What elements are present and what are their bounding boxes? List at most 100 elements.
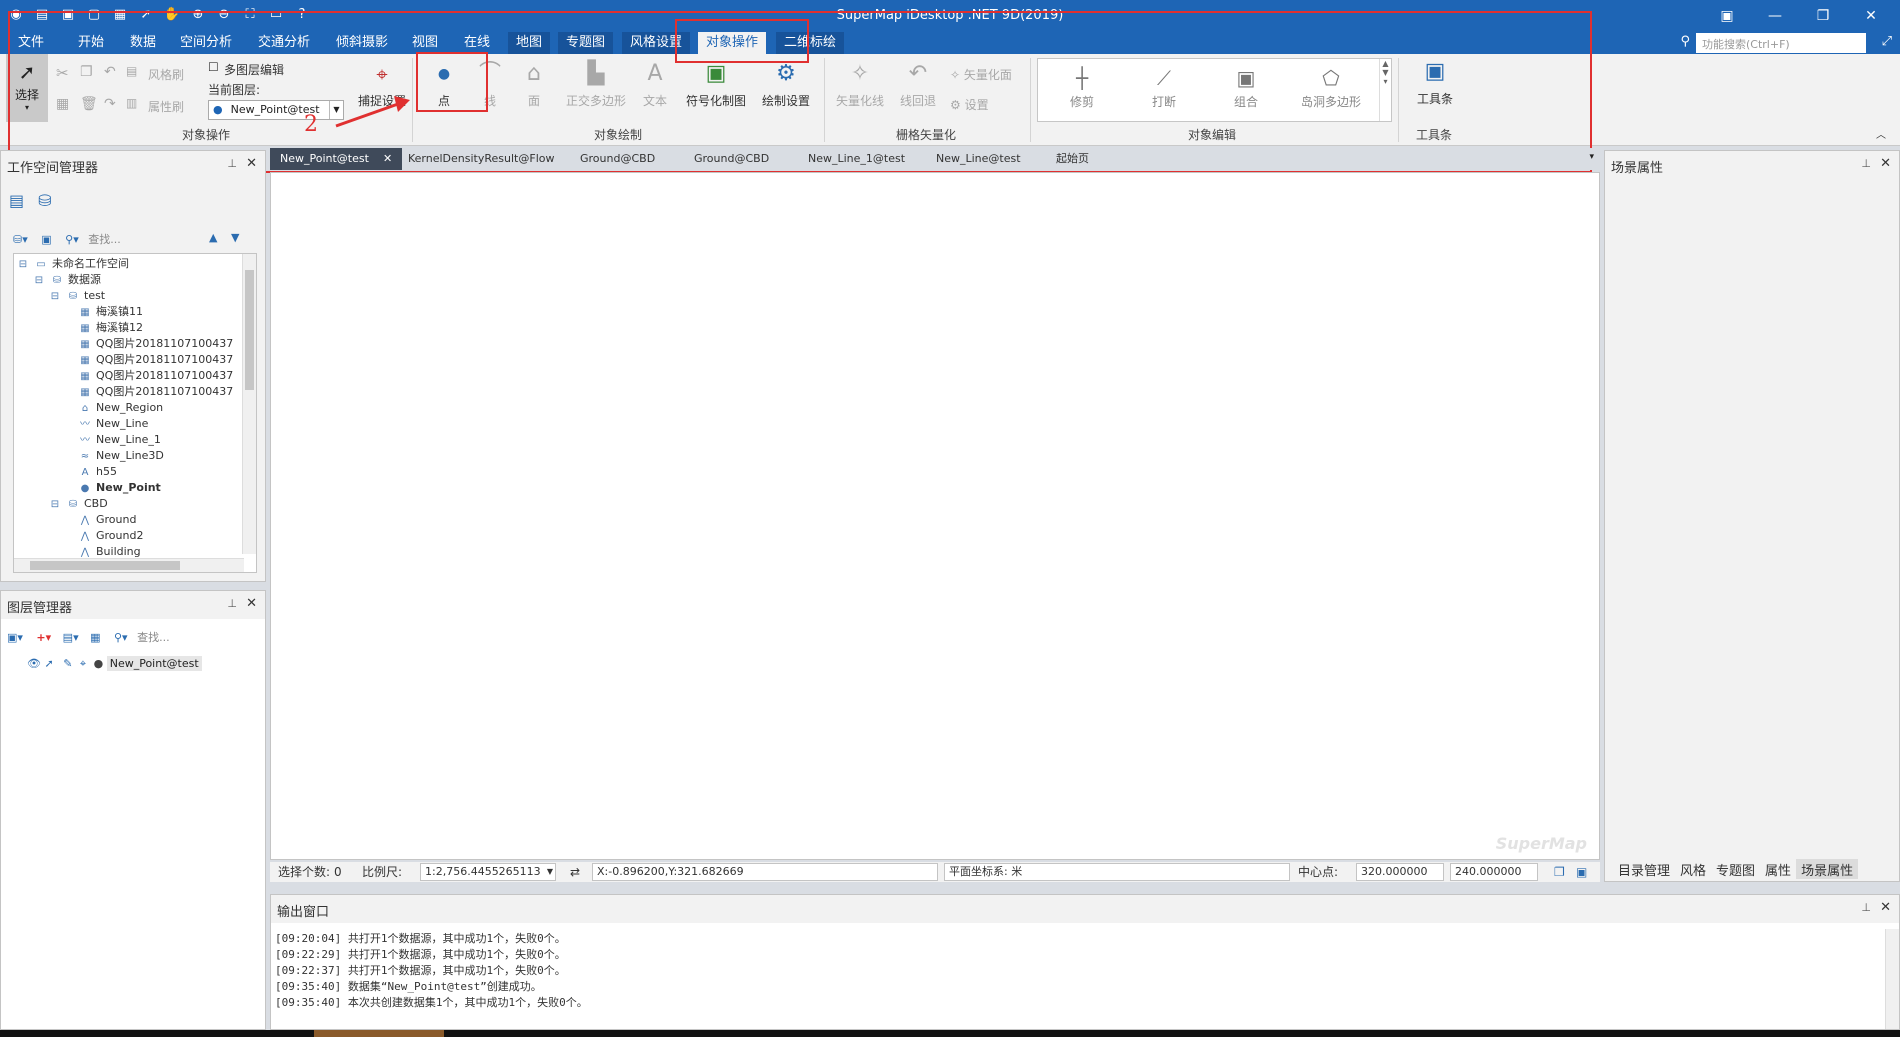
close-icon[interactable]: ✕ — [246, 596, 257, 611]
minimize-icon[interactable]: — — [1752, 4, 1798, 28]
tree-item-dataset[interactable]: ⌂ New_Region — [78, 400, 163, 416]
edit-pencil-icon[interactable]: ✎ — [63, 657, 72, 670]
snap-toggle-icon[interactable]: ⌖ — [80, 657, 86, 670]
coordinate-system-display: 平面坐标系: 米 — [944, 863, 1290, 881]
close-icon[interactable]: ✕ — [1880, 900, 1891, 915]
tree-item-dataset[interactable]: 〰 New_Line — [78, 416, 148, 432]
selectable-icon[interactable]: ➚ — [44, 657, 53, 670]
tree-item-cbd[interactable]: ⊟ ⛁ CBD — [48, 496, 108, 512]
doc-tab-active[interactable]: New_Point@test ✕ — [270, 148, 403, 170]
tree-item-dataset[interactable]: ▦ 梅溪镇12 — [78, 320, 143, 336]
tree-item-dataset-selected[interactable]: ● New_Point — [78, 480, 161, 496]
doc-tab[interactable]: New_Line@test — [926, 148, 1031, 170]
text-dataset-icon: A — [81, 467, 89, 478]
layer-style-icon[interactable]: ▣▾ — [7, 631, 23, 644]
tree-item-test[interactable]: ⊟ ⛁ test — [48, 288, 105, 304]
map-canvas[interactable]: SuperMap — [270, 172, 1600, 860]
doc-tab[interactable]: KernelDensityResult@Flow — [398, 148, 564, 170]
scroll-up-icon[interactable]: ▲ — [209, 231, 217, 244]
new-dataset-icon[interactable]: ▣ — [41, 233, 51, 246]
collapse-icon[interactable]: ⊟ — [16, 257, 30, 273]
tree-item-label: Ground — [96, 513, 137, 526]
center-y-input[interactable]: 240.000000 — [1450, 863, 1538, 881]
fullscreen-icon[interactable]: ⤢ — [1882, 34, 1892, 49]
tree-item-dataset[interactable]: ▦ QQ图片20181107100437 — [78, 384, 233, 400]
coordinates-display: X:-0.896200,Y:321.682669 — [592, 863, 938, 881]
layer-name: New_Point@test — [106, 656, 202, 671]
tab-scene-properties[interactable]: 场景属性 — [1796, 859, 1859, 879]
workspace-icon: ▭ — [36, 259, 46, 270]
tree-item-workspace[interactable]: ⊟ ▭ 未命名工作空间 — [16, 256, 129, 272]
visibility-eye-icon[interactable]: 👁 — [27, 657, 41, 670]
pin-icon[interactable]: ⊥ — [227, 597, 237, 610]
supermap-watermark: SuperMap — [1495, 834, 1587, 853]
tree-item-dataset[interactable]: ▦ QQ图片20181107100437 — [78, 368, 233, 384]
tree-item-label: New_Point — [96, 481, 161, 494]
select-count-label: 选择个数: — [278, 865, 331, 879]
pin-icon[interactable]: ⊥ — [1861, 157, 1871, 170]
tree-horizontal-scrollbar[interactable] — [14, 558, 244, 572]
close-icon[interactable]: ✕ — [1848, 4, 1894, 28]
tree-item-dataset[interactable]: ≈ New_Line3D — [78, 448, 164, 464]
tab-style[interactable]: 风格 — [1675, 859, 1711, 879]
scroll-down-icon[interactable]: ▼ — [231, 231, 239, 244]
close-icon[interactable]: ✕ — [1880, 156, 1891, 171]
paste-coords-icon[interactable]: ▣ — [1576, 864, 1587, 880]
workspace-tree: ⊟ ▭ 未命名工作空间 ⊟ ⛁ 数据源 ⊟ ⛁ test ▦ 梅溪镇11 ▦ 梅溪镇12 ▦ QQ… — [13, 253, 257, 573]
tree-vertical-scrollbar[interactable] — [242, 254, 256, 554]
tab-thematic[interactable]: 专题图 — [1711, 859, 1760, 879]
restore-icon[interactable]: ❐ — [1800, 4, 1846, 28]
scale-input[interactable]: 1:2,756.4455265113 ▼ — [420, 863, 556, 881]
image-dataset-icon: ▦ — [80, 371, 90, 382]
pin-icon[interactable]: ⊥ — [227, 157, 237, 170]
scene-properties-panel: 场景属性 ⊥ ✕ 目录管理 风格 专题图 属性 场景属性 — [1604, 150, 1900, 882]
layer-row[interactable]: 👁 ➚ ✎ ⌖ ● New_Point@test — [27, 656, 202, 673]
collapse-icon[interactable]: ⊟ — [48, 289, 62, 305]
layer-toolbar: ▣▾ +▾ ▤▾ ▦ ⚲▾ 查找... — [7, 629, 261, 649]
open-datasource-icon[interactable]: ⛁▾ — [13, 233, 28, 246]
tree-item-dataset[interactable]: 〰 New_Line_1 — [78, 432, 161, 448]
collapse-ribbon-icon[interactable]: ︿ — [1876, 126, 1886, 141]
add-layer-icon[interactable]: +▾ — [36, 631, 51, 644]
line3d-dataset-icon: ≈ — [80, 451, 90, 462]
swap-icon[interactable]: ⇄ — [570, 864, 580, 880]
output-scrollbar[interactable] — [1885, 929, 1899, 1029]
chevron-down-icon[interactable]: ▼ — [547, 864, 553, 880]
taskbar — [0, 1030, 1900, 1037]
scale-value: 1:2,756.4455265113 — [425, 865, 541, 878]
pin-icon[interactable]: ⊥ — [1861, 901, 1871, 914]
doc-tab[interactable]: 起始页 — [1046, 148, 1099, 170]
doc-tab[interactable]: Ground@CBD — [684, 148, 779, 170]
tab-list-dropdown-icon[interactable]: ▾ — [1589, 152, 1594, 162]
collapse-icon[interactable]: ⊟ — [32, 273, 46, 289]
tree-item-dataset[interactable]: ▦ QQ图片20181107100437 — [78, 352, 233, 368]
tree-item-dataset[interactable]: ⋀ Ground — [78, 512, 137, 528]
datasource-icon: ⛁ — [68, 291, 78, 302]
function-search-input[interactable]: 功能搜索(Ctrl+F) — [1696, 33, 1866, 53]
workspace-tree-icon[interactable]: ▤ — [9, 191, 24, 210]
close-icon[interactable]: ✕ — [383, 152, 392, 165]
tree-item-dataset[interactable]: ⋀ Ground2 — [78, 528, 144, 544]
tree-item-dataset[interactable]: ▦ QQ图片20181107100437 — [78, 336, 233, 352]
tree-item-dataset[interactable]: ▦ 梅溪镇11 — [78, 304, 143, 320]
tree-item-label: New_Line — [96, 417, 149, 430]
layer-group-icon[interactable]: ▤▾ — [63, 631, 79, 644]
ribbon-display-icon[interactable]: ▣ — [1704, 4, 1750, 28]
layer-search-input[interactable]: 查找... — [137, 631, 170, 644]
tree-item-dataset[interactable]: Ah55 — [78, 464, 117, 480]
scene-view-icon[interactable]: ⛁ — [38, 191, 51, 210]
doc-tab-label: New_Point@test — [280, 152, 369, 165]
doc-tab[interactable]: Ground@CBD — [570, 148, 665, 170]
scale-label: 比例尺: — [362, 865, 403, 879]
copy-coords-icon[interactable]: ❐ — [1554, 864, 1565, 880]
close-icon[interactable]: ✕ — [246, 156, 257, 171]
workspace-search-row: ⛁▾ ▣ ⚲▾ 查找... ▲ ▼ — [13, 231, 257, 251]
tab-attributes[interactable]: 属性 — [1760, 859, 1796, 879]
doc-tab[interactable]: New_Line_1@test — [798, 148, 915, 170]
collapse-icon[interactable]: ⊟ — [48, 497, 62, 513]
tab-catalog[interactable]: 目录管理 — [1613, 859, 1675, 879]
workspace-search-input[interactable]: 查找... — [88, 233, 121, 246]
center-x-input[interactable]: 320.000000 — [1356, 863, 1444, 881]
layer-properties-icon[interactable]: ▦ — [90, 631, 100, 644]
tree-item-datasources[interactable]: ⊟ ⛁ 数据源 — [32, 272, 101, 288]
